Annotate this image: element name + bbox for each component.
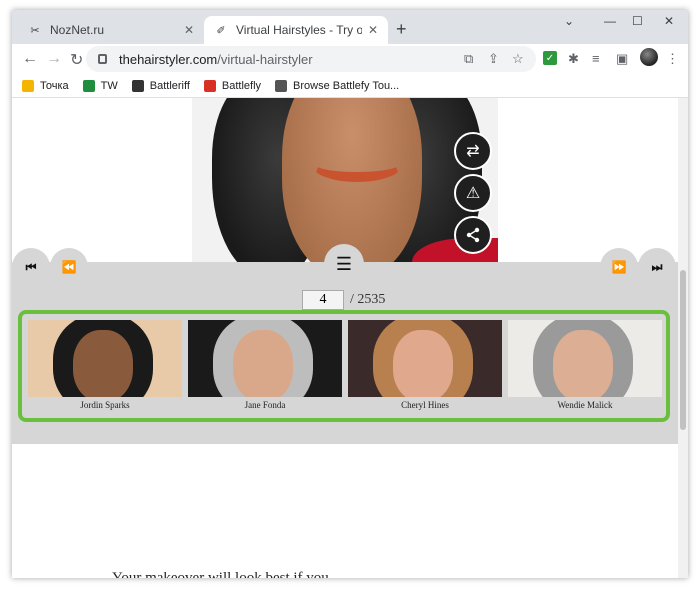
swap-icon: ⇄ [466,143,480,160]
bookmark-battleriff[interactable]: Battleriff [131,79,190,92]
window-close-icon[interactable]: ✕ [664,14,674,28]
bookmark-battlefly[interactable]: Battlefly [203,79,262,92]
fast-forward-icon: ⏩ [611,260,627,274]
bookmark-tochka[interactable]: Точка [22,79,69,92]
page-content: ⇄ ⚠ ⏮ ⏪ ☰ ⏩ ⏭ / 2535 Jordin Sparks [12,98,688,578]
page-total: / 2535 [350,292,386,307]
page-number-input[interactable] [302,290,344,310]
face [393,330,453,397]
face [553,330,613,397]
thumbnail-cheryl-hines[interactable]: Cheryl Hines [348,320,502,410]
share-page-icon[interactable]: ⇪ [488,51,499,67]
back-icon[interactable]: ← [22,50,38,68]
close-icon[interactable]: ✕ [368,23,378,37]
minimize-icon[interactable]: — [604,14,616,28]
lock-icon[interactable] [98,54,107,64]
new-tab-icon[interactable]: + [396,19,407,40]
scissors-icon: ✂ [30,24,40,37]
face [73,330,133,397]
close-icon[interactable]: ✕ [184,23,194,37]
bookmark-label: Точка [40,79,69,92]
battlefy-icon [275,79,288,92]
toolbar: ← → ↻ thehairstyler.com/virtual-hairstyl… [12,44,688,74]
bookmark-battlefy[interactable]: Browse Battlefy Tou... [275,79,400,92]
chevron-down-icon[interactable]: ⌄ [564,14,574,28]
thumbnail-jordin-sparks[interactable]: Jordin Sparks [28,320,182,410]
bookmark-tw[interactable]: TW [82,79,118,92]
thumbnail-image [348,320,502,397]
puzzle-icon[interactable]: ✱ [568,51,579,67]
bookmark-label: Battlefly [221,79,262,92]
report-button[interactable]: ⚠ [454,174,492,212]
thumbnail-image [28,320,182,397]
last-button[interactable]: ⏭ [638,248,676,286]
tab-noznet[interactable]: ✂ NozNet.ru ✕ [18,16,204,44]
extension-check-icon[interactable]: ✓ [543,51,557,65]
url-path: /virtual-hairstyler [217,51,313,67]
browser-window: ✂ NozNet.ru ✕ ✐ Virtual Hairstyles - Try… [12,10,688,578]
thumbnail-caption: Wendie Malick [557,400,613,410]
swap-button[interactable]: ⇄ [454,132,492,170]
hairstyler-icon: ✐ [216,24,226,37]
tab-title: Virtual Hairstyles - Try on Hairstyles [236,23,362,37]
bookmark-label: TW [100,79,118,92]
scrollbar-thumb[interactable] [680,270,686,430]
menu-button[interactable]: ☰ [324,244,364,284]
share-icon [466,227,480,243]
next-button[interactable]: ⏩ [600,248,638,286]
thumbnail-wendie-malick[interactable]: Wendie Malick [508,320,662,410]
battleriff-icon [131,79,144,92]
skip-last-icon: ⏭ [651,259,663,274]
avatar[interactable] [640,48,658,66]
url-host: thehairstyler.com [119,51,218,67]
thumbnail-strip: Jordin Sparks Jane Fonda Cheryl Hines We… [18,310,670,422]
star-icon[interactable]: ☆ [512,51,524,67]
sidepanel-icon[interactable]: ▣ [616,51,628,67]
thumbnail-image [508,320,662,397]
hairstyle-photo [192,98,498,262]
tab-strip: ✂ NozNet.ru ✕ ✐ Virtual Hairstyles - Try… [12,10,688,44]
bookmark-label: Battleriff [149,79,190,92]
tab-hairstyles[interactable]: ✐ Virtual Hairstyles - Try on Hairstyles… [204,16,388,44]
thumbnail-caption: Cheryl Hines [401,400,449,410]
bookmarks-bar: Точка TW Battleriff Battlefly Browse Bat… [12,74,688,98]
necklace [312,148,402,182]
sheet-icon [82,79,95,92]
gallery-panel: ⏮ ⏪ ☰ ⏩ ⏭ / 2535 Jordin Sparks [12,244,688,444]
tab-title: NozNet.ru [50,23,105,37]
thumbnail-jane-fonda[interactable]: Jane Fonda [188,320,342,410]
folder-icon [22,79,34,92]
bookmark-label: Browse Battlefy Tou... [293,79,400,92]
thumbnail-image [188,320,342,397]
warning-icon: ⚠ [465,185,481,202]
prev-button[interactable]: ⏪ [50,248,88,286]
media-icon[interactable]: ≡ [592,51,600,66]
face [233,330,293,397]
maximize-icon[interactable]: ☐ [632,14,643,28]
thumbnail-caption: Jordin Sparks [80,400,130,410]
menu-kebab-icon[interactable]: ⋮ [666,51,679,67]
pager: / 2535 [302,290,385,310]
thumbnail-caption: Jane Fonda [244,400,286,410]
instruction-text: Your makeover will look best if you [112,570,329,578]
skip-first-icon: ⏮ [25,259,37,274]
battlefly-icon [203,79,216,92]
hamburger-icon: ☰ [335,253,353,274]
first-button[interactable]: ⏮ [12,248,50,286]
rewind-icon: ⏪ [61,260,77,274]
forward-icon[interactable]: → [46,50,62,68]
share-button[interactable] [454,216,492,254]
reload-icon[interactable]: ↻ [70,50,83,70]
translate-icon[interactable]: ⧉ [464,51,473,67]
